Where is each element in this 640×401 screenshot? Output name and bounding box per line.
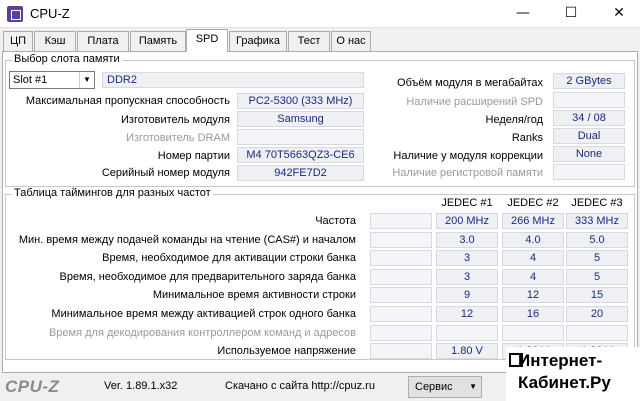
timing-spacer-cell bbox=[370, 325, 432, 341]
watermark-line2: Кабинет.Ру bbox=[518, 373, 611, 392]
version-text: Ver. 1.89.1.x32 bbox=[104, 380, 178, 392]
timing-spacer-cell bbox=[370, 232, 432, 248]
timing-value-cell: 4 bbox=[502, 250, 564, 266]
timing-column-header: JEDEC #3 bbox=[571, 197, 623, 209]
part-number-label: Номер партии bbox=[157, 150, 230, 162]
dropdown-arrow-icon: ▼ bbox=[469, 382, 477, 391]
timing-column-header: JEDEC #2 bbox=[507, 197, 559, 209]
tab-graphics[interactable]: Графика bbox=[229, 31, 287, 51]
serial-number-value: 942FE7D2 bbox=[237, 165, 364, 181]
minimize-icon[interactable]: — bbox=[500, 0, 546, 28]
tab-about[interactable]: О нас bbox=[331, 31, 371, 51]
cpuz-brand-logo: CPU-Z bbox=[5, 377, 60, 396]
week-year-value: 34 / 08 bbox=[553, 110, 625, 126]
ecc-value: None bbox=[553, 146, 625, 162]
ranks-label: Ranks bbox=[511, 132, 543, 144]
module-manufacturer-label: Изготовитель модуля bbox=[121, 114, 230, 126]
close-icon[interactable]: ✕ bbox=[596, 0, 640, 28]
serial-number-label: Серийный номер модуля bbox=[101, 167, 230, 179]
watermark: Интернет- Кабинет.Ру bbox=[506, 347, 640, 401]
slot-group-title: Выбор слота памяти bbox=[12, 53, 122, 65]
timing-spacer-cell bbox=[370, 250, 432, 266]
ecc-label: Наличие у модуля коррекции bbox=[393, 150, 543, 162]
registered-label: Наличие регистровой памяти bbox=[392, 167, 543, 179]
module-manufacturer-value: Samsung bbox=[237, 111, 364, 127]
timing-value-cell: 5 bbox=[566, 269, 628, 285]
slot-dropdown-value: Slot #1 bbox=[13, 74, 48, 86]
timing-spacer-cell bbox=[370, 306, 432, 322]
timing-row-label: Используемое напряжение bbox=[217, 345, 356, 357]
tab-memory[interactable]: Память bbox=[130, 31, 186, 51]
timing-value-cell bbox=[566, 325, 628, 341]
timing-value-cell: 3 bbox=[436, 250, 498, 266]
timing-spacer-cell bbox=[370, 213, 432, 229]
timing-value-cell: 4.0 bbox=[502, 232, 564, 248]
timing-value-cell: 9 bbox=[436, 287, 498, 303]
ranks-value: Dual bbox=[553, 128, 625, 144]
timing-spacer-cell bbox=[370, 269, 432, 285]
part-number-value: M4 70T5663QZ3-CE6 bbox=[237, 147, 364, 163]
dram-manufacturer-label: Изготовитель DRAM bbox=[126, 132, 230, 144]
max-bandwidth-label: Максимальная пропускная способность bbox=[25, 95, 230, 107]
memory-type-value: DDR2 bbox=[102, 72, 364, 88]
maximize-icon[interactable]: ☐ bbox=[548, 0, 594, 28]
week-year-label: Неделя/год bbox=[485, 114, 544, 126]
timings-group-title: Таблица таймингов для разных частот bbox=[12, 187, 213, 199]
registered-value bbox=[553, 164, 625, 180]
tab-spd[interactable]: SPD bbox=[186, 29, 228, 52]
dram-manufacturer-value bbox=[237, 129, 364, 145]
timing-row-label: Мин. время между подачей команды на чтен… bbox=[18, 234, 356, 246]
timing-value-cell: 1.80 V bbox=[436, 343, 498, 359]
timing-value-cell: 3.0 bbox=[436, 232, 498, 248]
tab-cache[interactable]: Кэш bbox=[34, 31, 76, 51]
timing-value-cell: 12 bbox=[502, 287, 564, 303]
timing-value-cell: 333 MHz bbox=[566, 213, 628, 229]
watermark-line1: Интернет- bbox=[518, 351, 603, 370]
timing-row-label: Минимальное время активности строки bbox=[152, 289, 356, 301]
timing-value-cell bbox=[436, 325, 498, 341]
spd-ext-value bbox=[553, 92, 625, 108]
timing-value-cell: 3 bbox=[436, 269, 498, 285]
timing-spacer-cell bbox=[370, 343, 432, 359]
module-size-label: Объём модуля в мегабайтах bbox=[397, 77, 543, 89]
tab-mainboard[interactable]: Плата bbox=[77, 31, 129, 51]
max-bandwidth-value: PC2-5300 (333 MHz) bbox=[237, 93, 364, 109]
timing-value-cell: 5.0 bbox=[566, 232, 628, 248]
slot-dropdown[interactable]: Slot #1 ▼ bbox=[9, 71, 95, 89]
timing-value-cell bbox=[502, 325, 564, 341]
timing-row-label: Время, необходимое для предварительного … bbox=[59, 271, 356, 283]
module-size-value: 2 GBytes bbox=[553, 73, 625, 89]
service-button-label: Сервис bbox=[415, 381, 453, 393]
timing-row-label: Время, необходимое для активации строки … bbox=[102, 252, 356, 264]
title-bar: CPU-Z — ☐ ✕ bbox=[0, 0, 640, 28]
tab-bench[interactable]: Тест bbox=[288, 31, 330, 51]
timing-row-label: Минимальное время между активацией строк… bbox=[51, 308, 356, 320]
timing-value-cell: 200 MHz bbox=[436, 213, 498, 229]
timing-value-cell: 15 bbox=[566, 287, 628, 303]
timing-value-cell: 16 bbox=[502, 306, 564, 322]
dropdown-arrow-icon: ▼ bbox=[79, 72, 94, 88]
service-button[interactable]: Сервис ▼ bbox=[408, 376, 482, 398]
cpuz-app-icon bbox=[7, 6, 23, 22]
timing-column-header: JEDEC #1 bbox=[441, 197, 493, 209]
timing-row-label: Частота bbox=[315, 215, 356, 227]
timing-value-cell: 4 bbox=[502, 269, 564, 285]
download-site-text: Скачано с сайта http://cpuz.ru bbox=[225, 380, 375, 392]
timing-value-cell: 266 MHz bbox=[502, 213, 564, 229]
timing-value-cell: 5 bbox=[566, 250, 628, 266]
window-title: CPU-Z bbox=[30, 6, 70, 21]
tab-bar: ЦП Кэш Плата Память SPD Графика Тест О н… bbox=[0, 28, 640, 52]
timing-value-cell: 20 bbox=[566, 306, 628, 322]
spd-ext-label: Наличие расширений SPD bbox=[406, 96, 543, 108]
timing-value-cell: 12 bbox=[436, 306, 498, 322]
timing-row-label: Время для декодирования контроллером ком… bbox=[48, 327, 356, 339]
timing-spacer-cell bbox=[370, 287, 432, 303]
tab-cpu[interactable]: ЦП bbox=[3, 31, 33, 51]
